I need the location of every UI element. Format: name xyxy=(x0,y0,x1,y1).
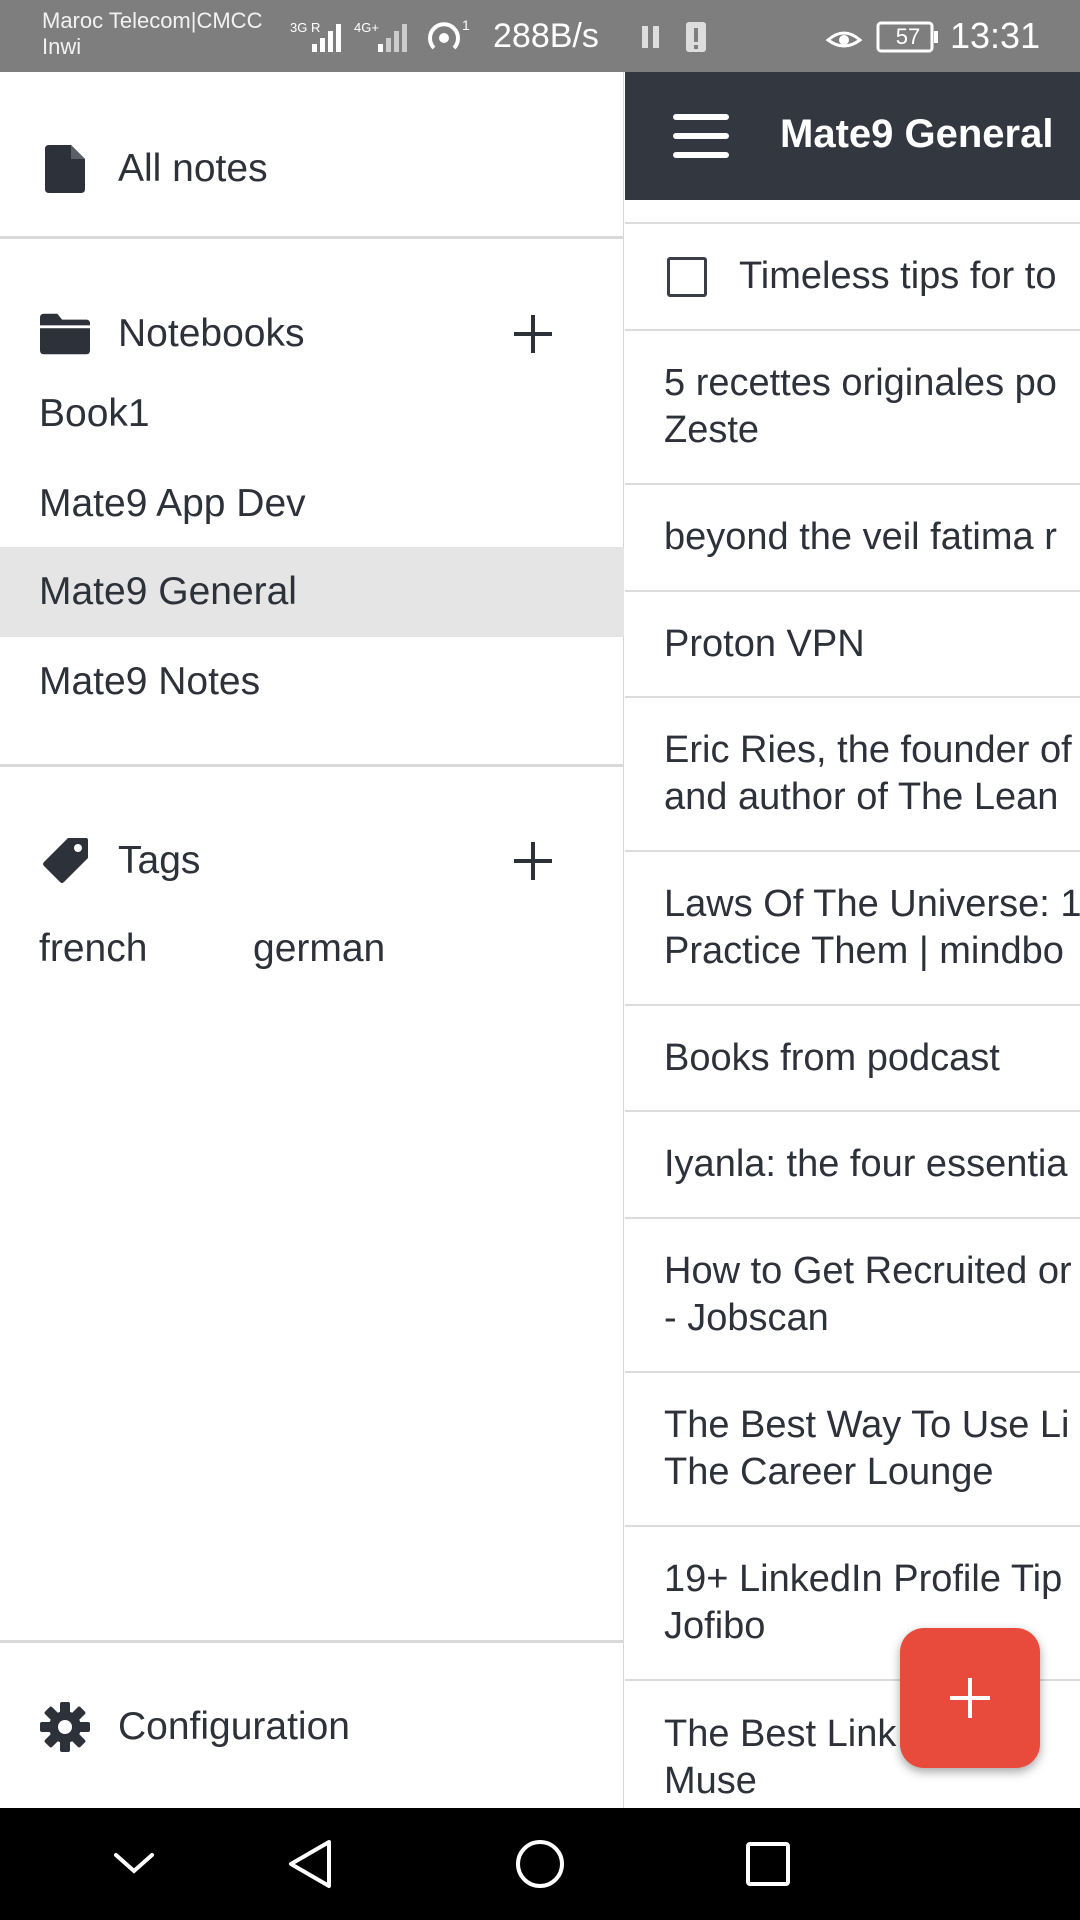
notes-panel: Mate9 General Timeless tips for to 5 rec… xyxy=(625,72,1080,1808)
note-item[interactable]: Laws Of The Universe: 1 Practice Them | m… xyxy=(625,852,1080,1006)
note-item[interactable]: How to Get Recruited or - Jobscan xyxy=(625,1219,1080,1373)
notebook-item-mate9-general[interactable]: Mate9 General xyxy=(0,547,624,637)
signal-4g-icon: 4G+ xyxy=(354,20,407,52)
divider xyxy=(0,1640,624,1643)
tag-german[interactable]: german xyxy=(253,927,385,971)
menu-icon[interactable] xyxy=(673,114,729,158)
clock: 13:31 xyxy=(950,15,1041,56)
home-button[interactable] xyxy=(510,1834,570,1894)
svg-text:1: 1 xyxy=(462,17,470,33)
file-icon xyxy=(40,144,90,194)
plus-icon xyxy=(514,315,552,353)
hide-nav-button[interactable] xyxy=(104,1834,164,1894)
hotspot-icon: 1 xyxy=(428,17,470,50)
note-item[interactable]: Eric Ries, the founder of and author of T… xyxy=(625,698,1080,852)
tags-label: Tags xyxy=(118,839,201,882)
note-item xyxy=(625,200,1080,224)
battery-level: 57 xyxy=(895,24,921,49)
tag-french[interactable]: french xyxy=(39,927,147,971)
note-item[interactable]: 5 recettes originales po Zeste xyxy=(625,331,1080,485)
navigation-drawer: All notes Notebooks Book1 Mate9 App Dev … xyxy=(0,72,624,1808)
recents-square-icon xyxy=(746,1842,790,1886)
note-item[interactable]: Books from podcast xyxy=(625,1006,1080,1112)
add-tag-button[interactable] xyxy=(508,836,558,886)
gear-icon xyxy=(40,1702,90,1752)
page-title: Mate9 General xyxy=(780,112,1054,156)
configuration-label: Configuration xyxy=(118,1705,350,1748)
carrier-text: Maroc Telecom|CMCC Inwi xyxy=(42,8,263,59)
all-notes-item[interactable]: All notes xyxy=(0,124,624,214)
pause-icon xyxy=(642,26,659,48)
new-note-button[interactable] xyxy=(900,1628,1040,1768)
folder-icon xyxy=(40,309,90,359)
recents-button[interactable] xyxy=(738,1834,798,1894)
note-item[interactable]: beyond the veil fatima r xyxy=(625,485,1080,592)
checkbox[interactable] xyxy=(667,256,707,297)
add-notebook-button[interactable] xyxy=(508,309,558,359)
network-rate: 288B/s xyxy=(493,17,599,55)
notebook-item-mate9-app-dev[interactable]: Mate9 App Dev xyxy=(0,459,624,549)
note-item[interactable]: Proton VPN xyxy=(625,592,1080,698)
plus-icon xyxy=(514,842,552,880)
plus-icon xyxy=(950,1678,990,1718)
back-button[interactable] xyxy=(280,1834,340,1894)
note-title: Timeless tips for to xyxy=(739,255,1057,297)
status-bar: Maroc Telecom|CMCC Inwi 3G R 4G+ 1 288B/… xyxy=(0,0,1080,72)
tags-header: Tags xyxy=(0,816,624,906)
svg-text:3G R: 3G R xyxy=(290,20,320,35)
app-bar: Mate9 General xyxy=(625,72,1080,200)
home-circle-icon xyxy=(516,1840,564,1888)
signal-3g-icon: 3G R xyxy=(290,20,341,52)
note-item[interactable]: Iyanla: the four essentia xyxy=(625,1112,1080,1219)
divider xyxy=(0,764,624,767)
all-notes-label: All notes xyxy=(118,147,268,190)
todo-item[interactable]: Timeless tips for to xyxy=(625,224,1080,331)
tag-icon xyxy=(40,836,90,886)
chevron-down-icon xyxy=(114,1853,154,1874)
divider xyxy=(0,236,624,239)
notebooks-header: Notebooks xyxy=(0,289,624,379)
notebook-item-book1[interactable]: Book1 xyxy=(0,369,624,459)
configuration-item[interactable]: Configuration xyxy=(0,1682,624,1772)
notebook-item-mate9-notes[interactable]: Mate9 Notes xyxy=(0,637,624,727)
system-nav-bar xyxy=(0,1808,1080,1920)
eye-comfort-icon xyxy=(825,31,863,48)
back-triangle-icon xyxy=(289,1840,331,1888)
alert-icon xyxy=(686,22,706,52)
svg-text:4G+: 4G+ xyxy=(354,20,379,35)
notebooks-label: Notebooks xyxy=(118,312,305,355)
note-item[interactable]: The Best Way To Use Li The Career Lounge xyxy=(625,1373,1080,1527)
